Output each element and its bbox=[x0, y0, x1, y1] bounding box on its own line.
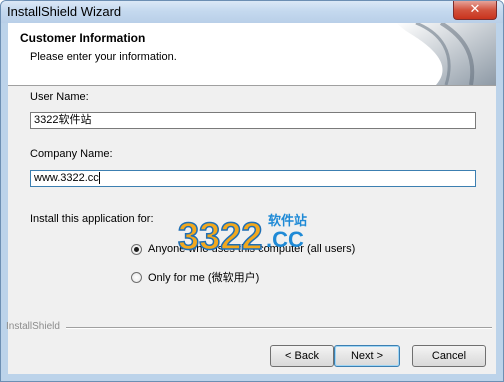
installer-window: InstallShield Wizard ✕ Customer Informat… bbox=[0, 0, 504, 382]
user-name-label: User Name: bbox=[30, 91, 89, 103]
wizard-body: Customer Information Please enter your i… bbox=[6, 23, 496, 374]
footer-separator bbox=[66, 327, 492, 329]
watermark-main-text: 3322 bbox=[178, 216, 263, 258]
close-icon: ✕ bbox=[469, 2, 481, 17]
close-button[interactable]: ✕ bbox=[453, 1, 497, 20]
install-for-label: Install this application for: bbox=[30, 213, 154, 225]
window-title: InstallShield Wizard bbox=[7, 4, 122, 19]
company-name-field[interactable]: www.3322.cc bbox=[30, 170, 476, 187]
next-button[interactable]: Next > bbox=[334, 345, 400, 367]
radio-unselected-icon[interactable] bbox=[131, 271, 142, 283]
header-graphic-icon bbox=[396, 23, 496, 85]
title-bar[interactable]: InstallShield Wizard ✕ bbox=[1, 1, 503, 23]
watermark-suffix-text: .CC bbox=[266, 227, 304, 252]
radio-only-me-label: Only for me (微软用户) bbox=[148, 272, 260, 284]
page-title: Customer Information bbox=[20, 31, 146, 45]
watermark-logo: 3322 软件站 .CC bbox=[177, 213, 307, 258]
company-name-value: www.3322.cc bbox=[34, 172, 99, 184]
user-name-field[interactable]: 3322软件站 bbox=[30, 112, 476, 129]
wizard-header: Customer Information Please enter your i… bbox=[8, 23, 496, 86]
text-caret bbox=[98, 172, 100, 185]
cancel-button[interactable]: Cancel bbox=[412, 345, 486, 367]
company-name-label: Company Name: bbox=[30, 148, 113, 160]
installshield-brand: InstallShield bbox=[6, 321, 60, 332]
page-subtitle: Please enter your information. bbox=[30, 51, 177, 63]
user-name-value: 3322软件站 bbox=[34, 114, 92, 126]
radio-selected-icon[interactable] bbox=[131, 243, 142, 255]
back-button[interactable]: < Back bbox=[270, 345, 334, 367]
radio-only-me[interactable]: Only for me (微软用户) bbox=[131, 269, 259, 285]
